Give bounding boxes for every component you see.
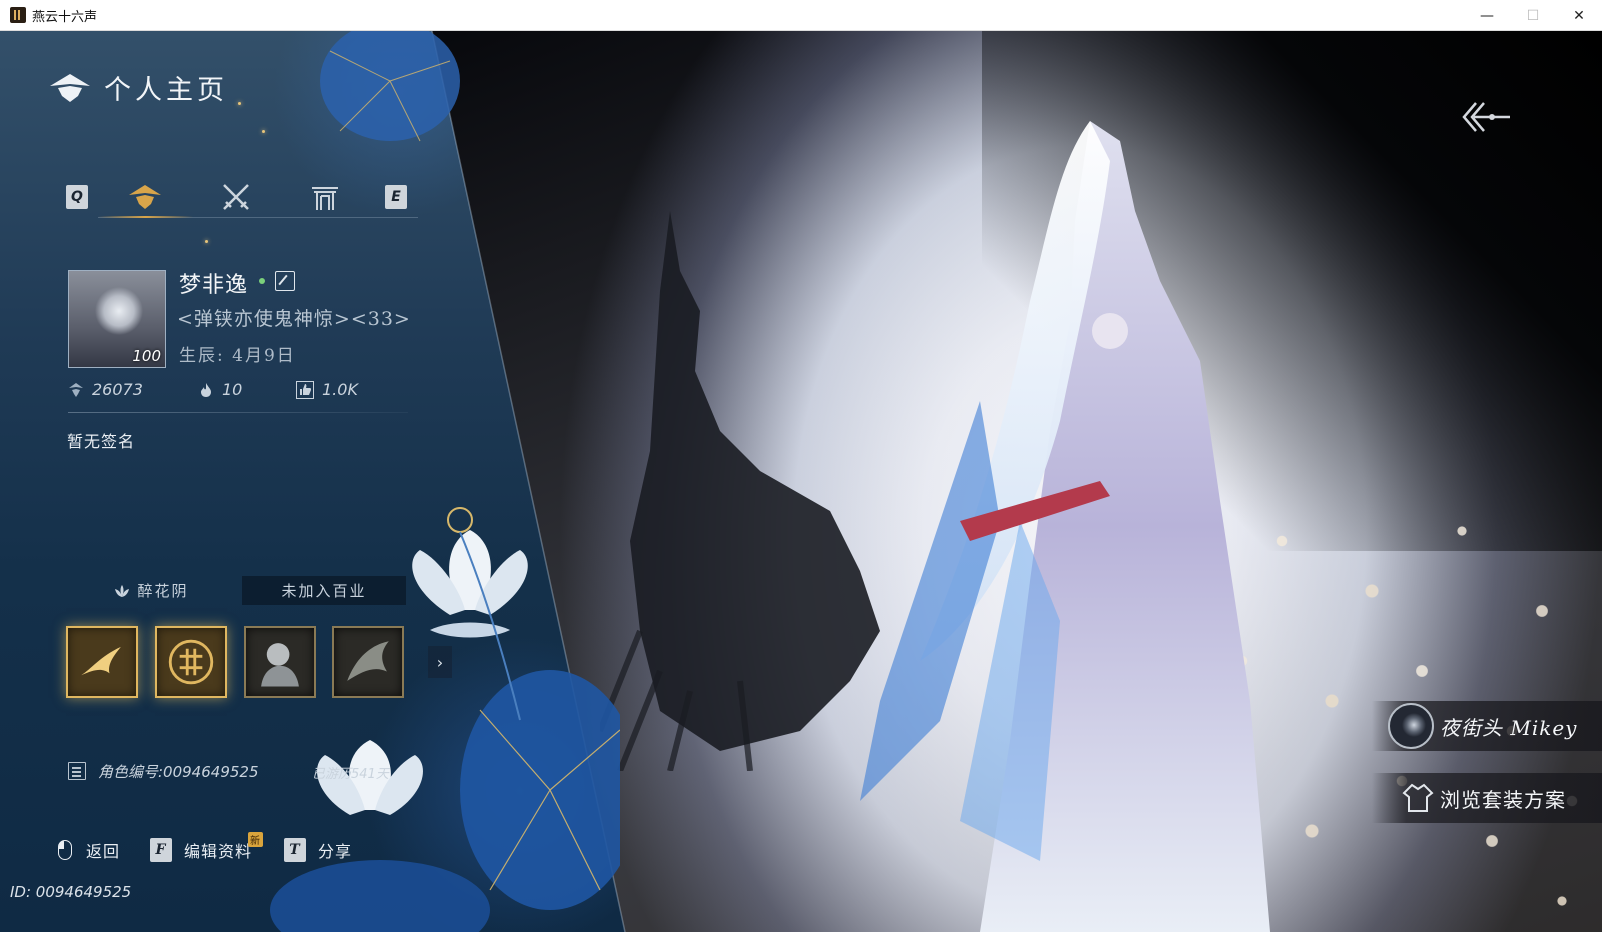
tab-profile[interactable] — [121, 181, 169, 213]
lotus-icon — [115, 584, 130, 597]
app-icon — [10, 7, 26, 23]
beast-icon — [347, 641, 389, 681]
new-badge: 新 — [248, 832, 263, 847]
stat-coins-value: 26073 — [92, 380, 143, 399]
emblem-icon — [69, 382, 83, 397]
back-label: 返回 — [86, 842, 121, 861]
flame-icon — [201, 382, 211, 397]
beast-badge[interactable] — [332, 626, 404, 698]
guild-name-label: 醉花阴 — [137, 582, 189, 600]
online-status-dot — [259, 278, 265, 284]
browse-outfits-label: 浏览套装方案 — [1440, 787, 1566, 812]
profile-icon — [129, 185, 161, 209]
profile-emblem-icon — [50, 73, 90, 102]
lotus-leaf-top — [320, 31, 460, 142]
avatar[interactable]: 100 — [68, 270, 166, 368]
stat-heat: 10 — [198, 380, 242, 399]
swallow-icon — [81, 646, 121, 676]
share-key-hint: T — [284, 838, 306, 862]
outfit-icon — [1402, 783, 1434, 812]
tab-next-key[interactable]: E — [385, 185, 407, 209]
badge-next-button[interactable]: › — [428, 646, 452, 678]
player-avatar — [1388, 703, 1434, 749]
window-controls: — ☐ ✕ — [1464, 0, 1602, 31]
user-id: ID: 0094649525 — [10, 883, 132, 901]
portrait-icon — [261, 643, 299, 687]
player-name-label: 夜街头 Mikey — [1440, 715, 1578, 740]
stat-heat-value: 10 — [222, 380, 243, 399]
guild-name[interactable]: 醉花阴 — [64, 576, 238, 605]
document-icon — [68, 762, 86, 780]
role-id: 角色编号:0094649525 — [98, 763, 259, 781]
sparkle — [262, 130, 265, 133]
minimize-button[interactable]: — — [1464, 0, 1510, 31]
stat-likes[interactable]: 1.0K — [296, 380, 358, 399]
window-title: 燕云十六声 — [32, 9, 98, 25]
tab-home[interactable] — [301, 181, 349, 213]
share-action[interactable]: T 分享 — [284, 838, 352, 862]
stat-coins: 26073 — [68, 380, 143, 399]
seal-badge[interactable] — [155, 626, 227, 698]
maximize-button[interactable]: ☐ — [1510, 0, 1556, 31]
browse-outfits-button[interactable]: 浏览套装方案 — [1372, 773, 1602, 823]
edit-name-icon[interactable] — [275, 271, 295, 291]
thumbs-up-icon — [296, 380, 314, 399]
window-titlebar: 燕云十六声 — ☐ ✕ — [0, 0, 1602, 31]
role-info-row: 角色编号:0094649525 已游历541天 — [68, 760, 428, 782]
back-action[interactable]: 返回 — [58, 838, 120, 862]
tab-bar: Q E — [64, 181, 418, 221]
share-label: 分享 — [318, 842, 353, 861]
tab-prev-key[interactable]: Q — [66, 185, 88, 209]
player-card-button[interactable]: 夜街头 Mikey — [1372, 701, 1602, 751]
seal-icon — [168, 639, 214, 685]
stats-divider — [68, 412, 408, 413]
character-figure — [860, 121, 1270, 932]
signature-text: 暂无签名 — [67, 432, 136, 451]
page-header: 个人主页 — [48, 68, 228, 107]
edit-profile-label: 编辑资料 — [184, 842, 253, 861]
page-title: 个人主页 — [104, 75, 228, 106]
sparkle — [205, 240, 208, 243]
tab-combat[interactable] — [212, 181, 260, 213]
footer-actions: 返回 F 编辑资料 新 T 分享 — [58, 832, 388, 866]
swallow-badge[interactable] — [66, 626, 138, 698]
sparkle — [238, 102, 241, 105]
edit-profile-action[interactable]: F 编辑资料 新 — [150, 832, 263, 862]
avatar-level: 100 — [132, 347, 161, 365]
days-traveled: 已游历541天 — [312, 767, 389, 782]
affiliation-row: 醉花阴 未加入百业 — [64, 576, 406, 605]
player-birthday: 生辰: 4月9日 — [179, 346, 296, 366]
player-title: <弹铗亦使鬼神惊><33> — [177, 308, 411, 330]
back-arrow-icon[interactable] — [1462, 101, 1512, 133]
stats-row: 26073 10 1.0K — [68, 380, 408, 404]
gate-icon — [312, 187, 338, 210]
edit-key-hint: F — [150, 838, 172, 862]
stat-likes-value: 1.0K — [322, 380, 358, 399]
profession-status[interactable]: 未加入百业 — [242, 576, 406, 605]
player-name: 梦非逸 — [179, 273, 249, 298]
portrait-badge[interactable] — [244, 626, 316, 698]
close-button[interactable]: ✕ — [1556, 0, 1602, 31]
mouse-icon — [58, 840, 72, 860]
crossed-swords-icon — [223, 184, 249, 210]
tab-active-indicator — [98, 216, 193, 218]
